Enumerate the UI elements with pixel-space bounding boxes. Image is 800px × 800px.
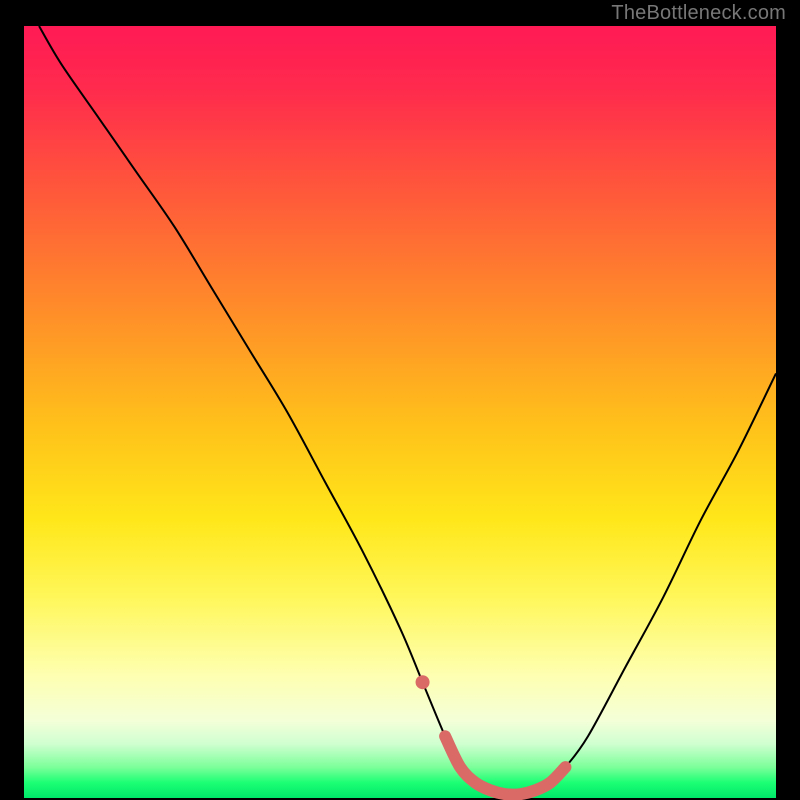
watermark-text: TheBottleneck.com <box>611 2 786 25</box>
bottleneck-curve-svg <box>24 26 776 798</box>
bottleneck-curve-line <box>39 26 776 795</box>
bottleneck-highlight-start-dot <box>416 675 430 689</box>
chart-frame <box>12 24 788 800</box>
bottleneck-curve-highlight <box>445 736 565 794</box>
